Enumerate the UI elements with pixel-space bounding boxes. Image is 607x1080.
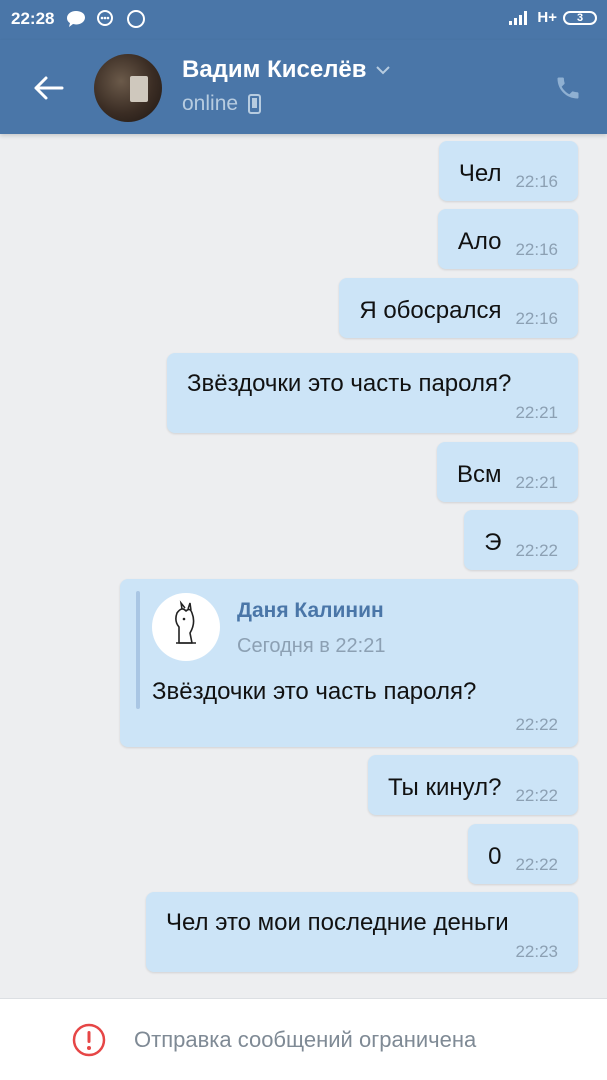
battery-level: 3 bbox=[576, 11, 584, 24]
message-text: Чел это мои последние деньги bbox=[166, 909, 509, 936]
network-type: H+ bbox=[537, 9, 557, 26]
message-notification-icon bbox=[97, 10, 113, 26]
warning-icon bbox=[72, 1023, 106, 1057]
message-text: Ало bbox=[457, 228, 502, 255]
message-time: 22:21 bbox=[515, 473, 558, 492]
message-text: Ты кинул? bbox=[387, 774, 502, 801]
moomin-avatar-icon bbox=[175, 600, 196, 644]
contact-name-button[interactable]: Вадим Киселёв bbox=[182, 56, 391, 84]
message-bubble[interactable]: Э 22:22 bbox=[464, 510, 578, 570]
forwarded-message-bubble[interactable]: Даня Калинин Сегодня в 22:21 Звёздочки э… bbox=[120, 579, 578, 747]
composer-restricted-bar: Отправка сообщений ограничена bbox=[0, 998, 607, 1080]
circle-notification-icon bbox=[127, 10, 145, 28]
message-text: Э bbox=[484, 529, 502, 556]
chat-header: Вадим Киселёв online bbox=[0, 40, 607, 134]
message-text: Чел bbox=[458, 160, 502, 187]
signal-icon bbox=[509, 10, 528, 25]
message-text: 0 bbox=[488, 843, 502, 870]
status-bar: 22:28 H+ 3 bbox=[0, 0, 607, 40]
mobile-device-icon bbox=[248, 94, 262, 114]
forwarded-text: Звёздочки это часть пароля? bbox=[152, 678, 477, 705]
message-bubble[interactable]: Ало 22:16 bbox=[437, 209, 578, 269]
message-time: 22:22 bbox=[515, 855, 558, 874]
message-bubble[interactable]: Чел это мои последние деньги 22:23 bbox=[146, 892, 578, 972]
forward-quote-bar bbox=[136, 591, 140, 709]
message-bubble[interactable]: Всм 22:21 bbox=[436, 442, 578, 502]
status-time: 22:28 bbox=[11, 9, 55, 28]
message-time: 22:21 bbox=[515, 403, 558, 422]
chevron-down-icon bbox=[375, 66, 390, 75]
message-time: 22:22 bbox=[515, 715, 558, 734]
phone-call-icon[interactable] bbox=[554, 74, 582, 102]
message-time: 22:16 bbox=[515, 172, 558, 191]
message-bubble[interactable]: Звёздочки это часть пароля? 22:21 bbox=[167, 353, 578, 433]
contact-status: online bbox=[182, 92, 262, 116]
forwarded-date: Сегодня в 22:21 bbox=[237, 635, 386, 657]
battery-icon: 3 bbox=[563, 10, 597, 25]
contact-name: Вадим Киселёв bbox=[182, 56, 367, 83]
message-list[interactable]: Чел 22:16 Ало 22:16 Я обосрался 22:16 Зв… bbox=[0, 134, 607, 998]
back-arrow-icon[interactable] bbox=[30, 70, 66, 106]
message-bubble[interactable]: 0 22:22 bbox=[468, 824, 578, 884]
message-text: Звёздочки это часть пароля? bbox=[187, 370, 512, 397]
message-time: 22:23 bbox=[515, 942, 558, 961]
message-time: 22:16 bbox=[515, 309, 558, 328]
message-text: Всм bbox=[456, 461, 502, 488]
message-time: 22:22 bbox=[515, 786, 558, 805]
message-bubble[interactable]: Я обосрался 22:16 bbox=[339, 278, 578, 338]
contact-avatar[interactable] bbox=[94, 54, 162, 122]
forwarded-author-avatar[interactable] bbox=[152, 593, 220, 661]
forwarded-author-name[interactable]: Даня Калинин bbox=[237, 599, 384, 623]
restriction-notice: Отправка сообщений ограничена bbox=[134, 1027, 477, 1052]
message-time: 22:22 bbox=[515, 541, 558, 560]
message-time: 22:16 bbox=[515, 240, 558, 259]
message-text: Я обосрался bbox=[359, 297, 502, 324]
status-text: online bbox=[182, 92, 239, 115]
chat-notification-icon bbox=[67, 11, 85, 27]
message-bubble[interactable]: Ты кинул? 22:22 bbox=[367, 755, 578, 815]
message-bubble[interactable]: Чел 22:16 bbox=[438, 141, 578, 201]
